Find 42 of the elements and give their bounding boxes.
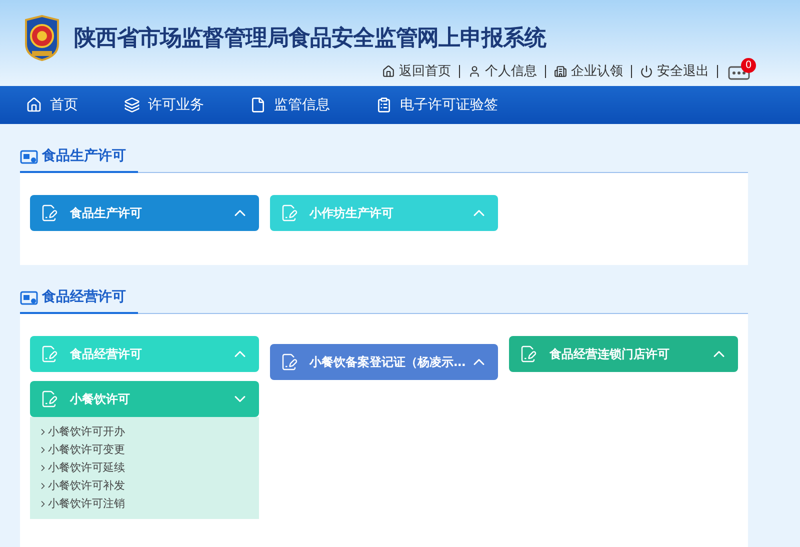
submenu-item[interactable]: 小餐饮许可变更 bbox=[38, 441, 251, 459]
header-link[interactable]: 返回首页 bbox=[382, 62, 451, 82]
count-badge: 0 bbox=[741, 58, 756, 73]
company-icon bbox=[554, 65, 567, 78]
clipboard-icon bbox=[376, 97, 392, 113]
form-icon bbox=[40, 204, 58, 222]
certificate-icon bbox=[20, 290, 38, 304]
certificate-icon bbox=[20, 150, 38, 164]
submenu-item[interactable]: 小餐饮许可开办 bbox=[38, 423, 251, 441]
form-icon bbox=[40, 345, 58, 363]
section-title: 食品经营许可 bbox=[42, 288, 126, 307]
form-icon bbox=[280, 204, 298, 222]
submenu-item[interactable]: 小餐饮许可注销 bbox=[38, 495, 251, 513]
nav-item[interactable]: 首页 bbox=[26, 94, 78, 116]
section-title: 食品生产许可 bbox=[42, 147, 126, 166]
header-link[interactable]: 个人信息 bbox=[468, 62, 537, 82]
home-icon bbox=[26, 97, 42, 113]
nav-item[interactable]: 监管信息 bbox=[250, 94, 330, 116]
form-icon bbox=[40, 390, 58, 408]
user-icon bbox=[468, 65, 481, 78]
nav-item[interactable]: 许可业务 bbox=[124, 94, 204, 116]
form-icon bbox=[519, 345, 538, 363]
header-link[interactable]: 安全退出 bbox=[640, 62, 709, 82]
file-icon bbox=[250, 97, 266, 113]
category-title: 食品经营许可 bbox=[70, 346, 142, 363]
category-title: 小作坊生产许可 bbox=[310, 205, 394, 222]
submenu-item[interactable]: 小餐饮许可延续 bbox=[38, 459, 251, 477]
category-title: 小餐饮许可 bbox=[70, 391, 130, 408]
emblem-icon bbox=[22, 14, 62, 62]
category-title: 小餐饮备案登记证（杨凌示… bbox=[310, 354, 466, 371]
submenu-item[interactable]: 小餐饮许可补发 bbox=[38, 477, 251, 495]
layers-icon bbox=[124, 97, 140, 113]
home-icon bbox=[382, 65, 395, 78]
category-header[interactable]: 小餐饮备案登记证（杨凌示… bbox=[270, 344, 498, 380]
header-link[interactable]: 企业认领 bbox=[554, 62, 623, 82]
site-title: 陕西省市场监督管理局食品安全监管网上申报系统 bbox=[74, 24, 546, 52]
category-title: 食品经营连锁门店许可 bbox=[549, 346, 670, 363]
power-icon bbox=[640, 65, 653, 78]
form-icon bbox=[280, 353, 298, 371]
category-title: 食品生产许可 bbox=[70, 205, 142, 222]
nav-item[interactable]: 电子许可证验签 bbox=[376, 94, 498, 116]
category-header[interactable]: 食品生产许可 bbox=[30, 195, 259, 231]
